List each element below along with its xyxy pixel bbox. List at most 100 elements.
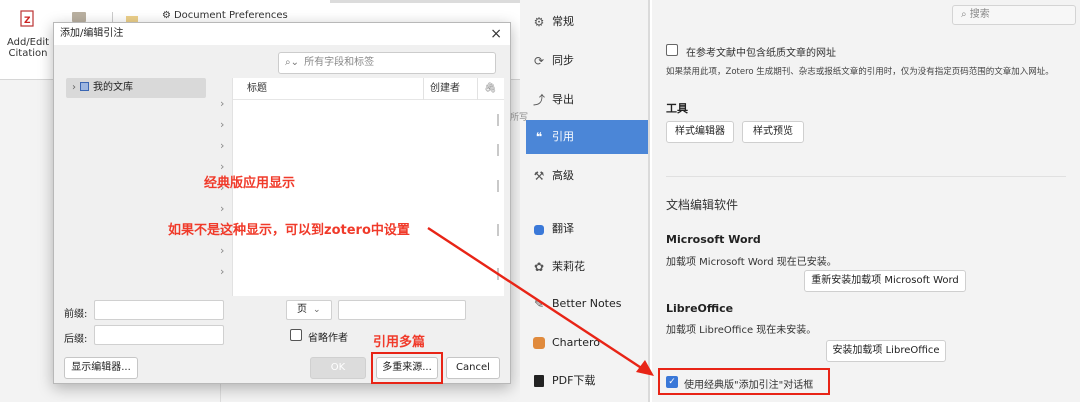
libreoffice-heading: LibreOffice <box>666 302 734 315</box>
highlight-box-multiple <box>371 352 443 384</box>
locator-select[interactable]: 页 ⌄ <box>286 300 332 320</box>
sidebar-item-general[interactable]: ⚙ 常规 <box>526 5 650 39</box>
close-icon[interactable]: × <box>490 26 502 42</box>
cite-settings-pane: ⌕ 搜索 在参考文献中包含纸质文章的网址 如果禁用此项，Zotero 生成期刊、… <box>652 0 1080 402</box>
sidebar-item-pdf-download[interactable]: PDF下载 <box>526 364 650 398</box>
annotation-if-not: 如果不是这种显示，可以到zotero中设置 <box>168 223 410 238</box>
sidebar-item-label: 引用 <box>552 130 574 143</box>
pdf-icon <box>530 364 548 398</box>
chevron-right-icon[interactable]: › <box>220 202 224 215</box>
collections-pane: › 我的文库 <box>64 78 216 288</box>
ribbon-top-edge <box>330 0 520 3</box>
suffix-label: 后缀: <box>64 334 88 345</box>
locator-select-value: 页 <box>297 304 307 315</box>
sidebar-item-label: 导出 <box>552 93 574 106</box>
sidebar-item-label: 常规 <box>552 15 574 28</box>
gear-icon: ⚙ <box>533 15 545 29</box>
style-preview-button[interactable]: 样式预览 <box>742 121 804 143</box>
chartero-icon <box>530 326 548 360</box>
sidebar-item-label: 翻译 <box>552 222 574 235</box>
sidebar-divider <box>648 0 650 402</box>
highlight-box-classic <box>658 368 830 395</box>
zotero-citation-icon: Z <box>20 10 34 27</box>
sidebar-item-label: PDF下载 <box>552 374 596 387</box>
search-placeholder: 所有字段和标签 <box>304 57 375 68</box>
library-item[interactable]: › 我的文库 <box>66 78 206 98</box>
tools-heading: 工具 <box>666 102 688 115</box>
export-icon: ⤴ <box>532 93 545 107</box>
items-table-header: 标题 创建者 🖇 <box>233 78 504 100</box>
annotation-classic-display: 经典版应用显示 <box>204 176 296 191</box>
paper-url-checkbox[interactable] <box>666 44 678 56</box>
sidebar-item-label: Chartero <box>552 336 601 349</box>
settings-search-input[interactable]: ⌕ 搜索 <box>952 5 1076 25</box>
sidebar-item-label: 同步 <box>552 54 574 67</box>
sidebar-item-cite[interactable]: ❝ 引用 <box>526 120 650 154</box>
jasmine-icon: ✿ <box>533 260 545 274</box>
search-icon: ⌕⌄ <box>285 57 299 68</box>
ms-word-heading: Microsoft Word <box>666 233 761 246</box>
sidebar-item-label: Better Notes <box>552 297 622 310</box>
reinstall-word-addin-button[interactable]: 重新安装加载项 Microsoft Word <box>804 270 966 292</box>
translate-icon <box>530 212 548 246</box>
libreoffice-status: 加载项 LibreOffice 现在未安装。 <box>666 325 817 336</box>
word-processors-heading: 文档编辑软件 <box>666 198 739 212</box>
prefix-label: 前缀: <box>64 309 88 320</box>
cite-icon: ❝ <box>535 130 543 144</box>
ok-button[interactable]: OK <box>310 357 366 379</box>
notes-icon: ✎ <box>533 297 545 311</box>
zotero-settings-window: ⚙ 常规 ⟳ 同步 ⤴ 导出 所写 ❝ 引用 ⚒ 高级 翻译 ✿ 茉莉花 ✎ Better N… <box>510 0 1080 402</box>
omit-author-label: 省略作者 <box>308 333 348 344</box>
sidebar-item-export[interactable]: ⤴ 导出 <box>526 83 650 117</box>
ribbon-icon-small[interactable] <box>72 12 86 22</box>
chevron-down-icon: ⌄ <box>313 305 321 315</box>
sidebar-item-jasmine[interactable]: ✿ 茉莉花 <box>526 250 650 284</box>
chevron-right-icon[interactable]: › <box>220 97 224 110</box>
settings-search-placeholder: 搜索 <box>969 9 990 20</box>
add-edit-citation-dialog: 添加/编辑引注 × ⌕⌄ 所有字段和标签 › 我的文库 › › › › › › ›… <box>53 22 511 384</box>
library-label: 我的文库 <box>93 82 133 93</box>
ms-word-status: 加载项 Microsoft Word 现在已安装。 <box>666 257 837 268</box>
search-input[interactable]: ⌕⌄ 所有字段和标签 <box>278 52 496 74</box>
add-edit-citation-label: Add/Edit Citation <box>6 37 50 59</box>
chevron-right-icon[interactable]: › <box>72 82 76 93</box>
chevron-right-icon[interactable]: › <box>220 118 224 131</box>
document-preferences-button[interactable]: ⚙ Document Preferences <box>162 10 288 21</box>
add-edit-citation-button[interactable]: Z Add/Edit Citation <box>4 10 52 59</box>
sidebar-item-chartero[interactable]: Chartero <box>526 326 650 360</box>
document-preferences-label: Document Preferences <box>173 10 288 21</box>
paper-url-label: 在参考文献中包含纸质文章的网址 <box>686 48 836 59</box>
paper-url-note: 如果禁用此项，Zotero 生成期刊、杂志或报纸文章的引用时，仅为没有指定页码范… <box>666 67 1054 77</box>
attachment-icon[interactable]: 🖇 <box>477 78 497 100</box>
style-editor-button[interactable]: 样式编辑器 <box>666 121 734 143</box>
sidebar-item-label: 高级 <box>552 169 574 182</box>
column-creator[interactable]: 创建者 <box>423 78 460 100</box>
cancel-button[interactable]: Cancel <box>446 357 500 379</box>
chevron-right-icon[interactable]: › <box>220 139 224 152</box>
omit-author-checkbox[interactable] <box>290 329 302 341</box>
chevron-right-icon[interactable]: › <box>220 244 224 257</box>
dialog-title: 添加/编辑引注 <box>54 23 510 45</box>
chevron-right-icon[interactable]: › <box>220 265 224 278</box>
search-icon: ⌕ <box>961 9 970 20</box>
prefix-field[interactable] <box>94 300 224 320</box>
dialog-title-text: 添加/编辑引注 <box>60 28 124 39</box>
svg-text:Z: Z <box>24 16 31 26</box>
sidebar-item-translate[interactable]: 翻译 <box>526 212 650 246</box>
section-divider <box>666 176 1066 177</box>
suffix-field[interactable] <box>94 325 224 345</box>
sidebar-item-advanced[interactable]: ⚒ 高级 <box>526 159 650 193</box>
gear-icon: ⚙ <box>162 10 171 21</box>
library-icon <box>80 82 89 91</box>
show-editor-button[interactable]: 显示编辑器... <box>64 357 138 379</box>
locator-field[interactable] <box>338 300 466 320</box>
advanced-icon: ⚒ <box>533 169 545 183</box>
column-title[interactable]: 标题 <box>247 78 267 100</box>
settings-sidebar: ⚙ 常规 ⟳ 同步 ⤴ 导出 所写 ❝ 引用 ⚒ 高级 翻译 ✿ 茉莉花 ✎ Better N… <box>510 0 650 402</box>
sidebar-item-better-notes[interactable]: ✎ Better Notes <box>526 287 650 321</box>
vertical-scrollbar[interactable] <box>497 104 500 294</box>
sync-icon: ⟳ <box>533 54 545 68</box>
sidebar-item-label: 茉莉花 <box>552 260 585 273</box>
install-libreoffice-addin-button[interactable]: 安装加载项 LibreOffice <box>826 340 946 362</box>
sidebar-item-sync[interactable]: ⟳ 同步 <box>526 44 650 78</box>
